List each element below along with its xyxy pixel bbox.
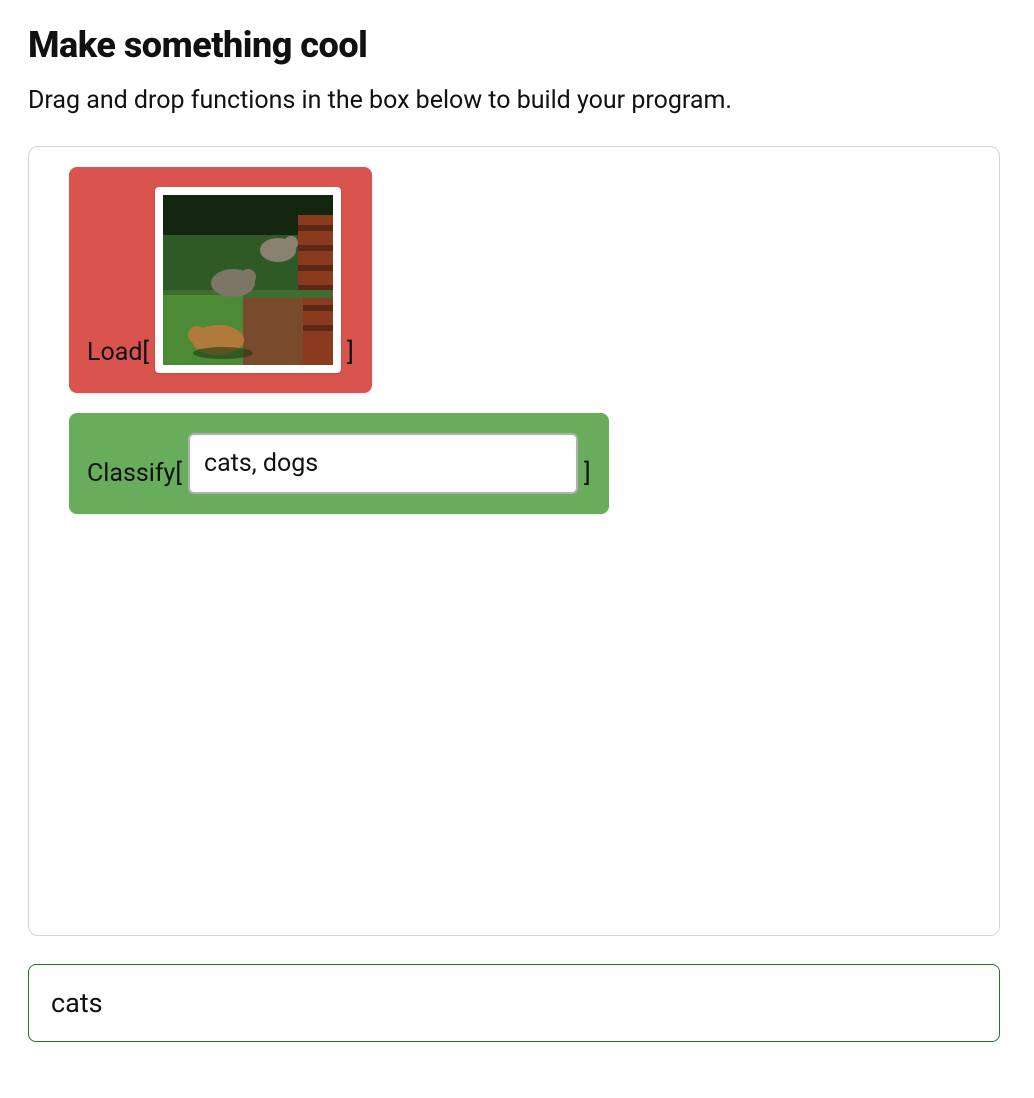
result-output: cats — [28, 964, 1000, 1042]
page-title: Make something cool — [28, 24, 1006, 66]
classify-block-label-open: Classify[ — [87, 459, 182, 494]
classify-block[interactable]: Classify[ ] — [69, 413, 609, 514]
cats-photo-icon — [163, 195, 333, 365]
classify-labels-input[interactable] — [188, 433, 578, 494]
program-builder-dropzone[interactable]: Load[ — [28, 146, 1000, 936]
load-block-label-open: Load[ — [87, 338, 149, 373]
loaded-image-thumbnail[interactable] — [155, 187, 341, 373]
page-subtitle: Drag and drop functions in the box below… — [28, 84, 1006, 118]
load-block[interactable]: Load[ — [69, 167, 372, 393]
load-block-label-close: ] — [347, 338, 354, 373]
classify-block-label-close: ] — [584, 459, 591, 494]
